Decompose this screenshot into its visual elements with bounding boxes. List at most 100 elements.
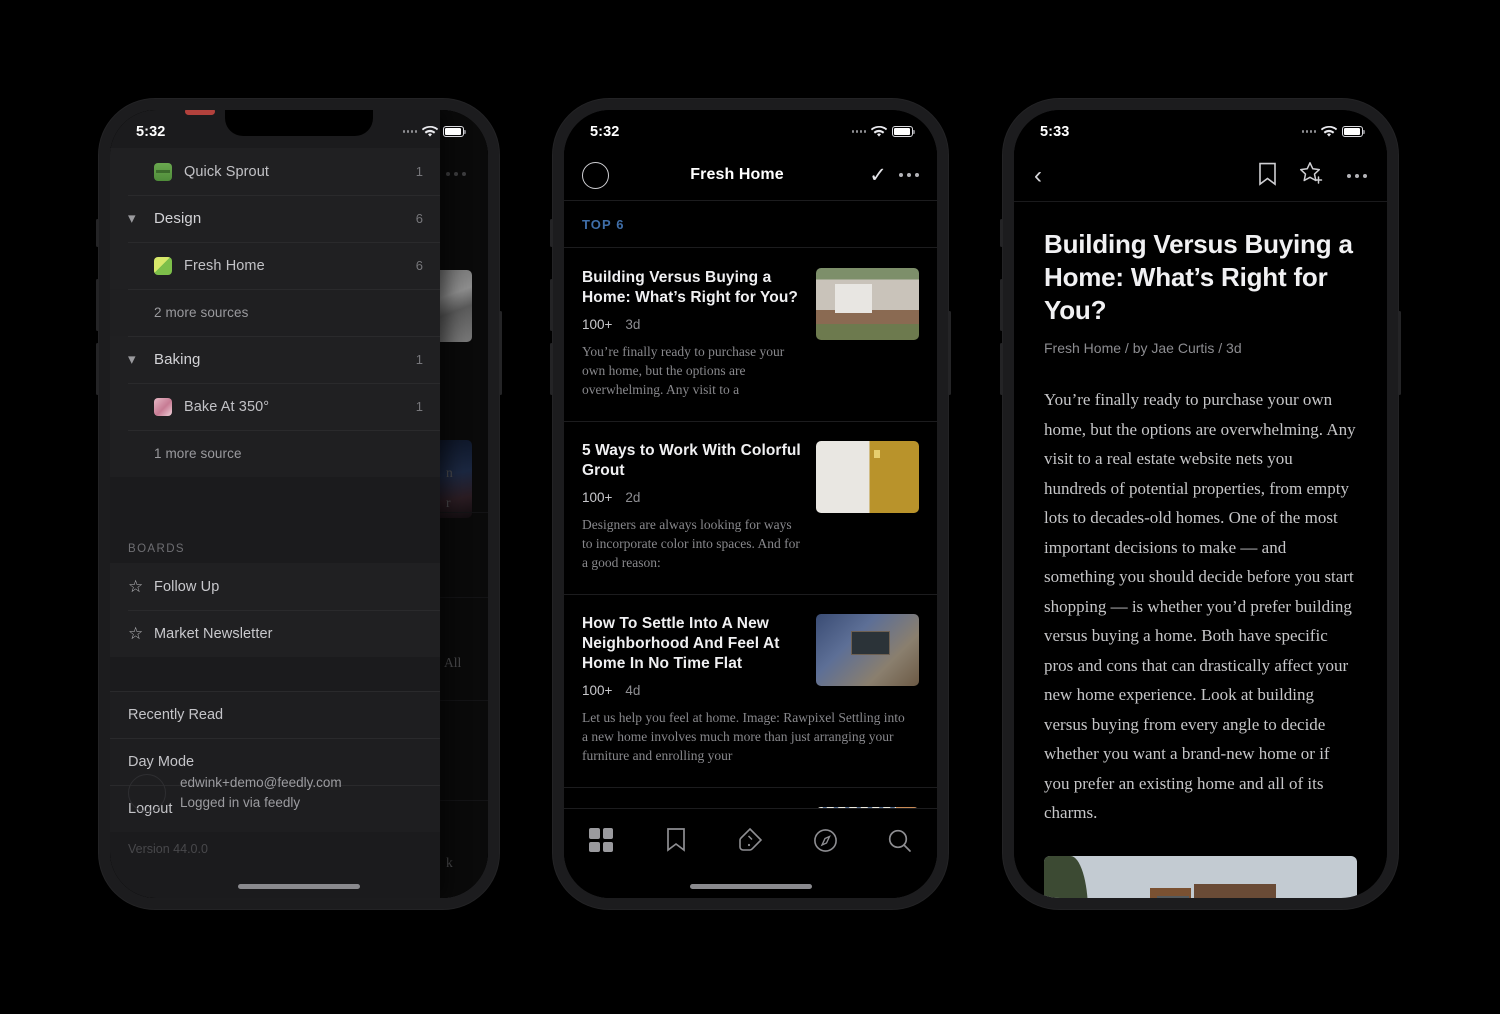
bookmark-icon: [667, 828, 685, 852]
navigation-drawer: Quick Sprout 1 ▾ Design 6 Fresh Home 6 2…: [110, 110, 440, 898]
drawer-more-sources-baking[interactable]: 1 more source: [110, 430, 440, 477]
board-market-newsletter[interactable]: ☆ Market Newsletter: [110, 610, 440, 657]
source-label: Fresh Home: [184, 257, 265, 274]
search-tab[interactable]: [862, 820, 937, 860]
star-plus-icon: [1299, 162, 1322, 184]
article-body: You’re finally ready to purchase your ow…: [1044, 390, 1356, 822]
star-icon: ☆: [128, 624, 144, 643]
screenshot-stage: n r All k Quick Sprout 1 ▾ Design 6 Fres…: [0, 0, 1500, 1014]
save-to-read-later-button[interactable]: [1258, 162, 1277, 191]
drawer-source-quick-sprout[interactable]: Quick Sprout 1: [110, 148, 440, 195]
fresh-home-icon: [154, 256, 172, 275]
mark-all-read-button[interactable]: ✓: [865, 165, 891, 186]
group-label: Baking: [154, 351, 201, 368]
more-sources-label: 2 more sources: [154, 305, 249, 320]
phone-3-bezel: ‹ Building Versus Buying a Home: What’s …: [1014, 110, 1387, 898]
article-age: 4d: [625, 683, 641, 698]
chevron-down-icon[interactable]: ▾: [128, 352, 154, 367]
account-subtitle: Logged in via feedly: [180, 795, 301, 810]
underlying-partial-text-1: n: [446, 465, 453, 480]
drawer-group-baking[interactable]: ▾ Baking 1: [110, 336, 440, 383]
today-tab[interactable]: [564, 820, 639, 860]
grid-icon: [589, 828, 614, 852]
list-item[interactable]: 5 Ways to Work With Colorful Grout 100+ …: [564, 421, 937, 594]
board-label: Market Newsletter: [154, 625, 273, 642]
drawer-group-design[interactable]: ▾ Design 6: [110, 195, 440, 242]
volume-down-button[interactable]: [96, 343, 99, 395]
feedly-tab[interactable]: [713, 820, 788, 860]
list-item[interactable]: How To Settle Into A New Neighborhood An…: [564, 594, 937, 787]
home-indicator[interactable]: [689, 884, 812, 889]
drawer-source-fresh-home[interactable]: Fresh Home 6: [110, 242, 440, 289]
recording-indicator: [185, 110, 215, 115]
version-label: Version 44.0.0: [128, 842, 208, 856]
underlying-partial-text-4: k: [446, 855, 453, 870]
add-to-board-button[interactable]: [1299, 161, 1325, 191]
article-thumbnail: [816, 268, 919, 340]
article-content[interactable]: Building Versus Buying a Home: What’s Ri…: [1014, 202, 1387, 898]
article-age: 3d: [625, 317, 641, 332]
engagement-count: 100+: [582, 317, 613, 332]
drawer-more-sources-design[interactable]: 2 more sources: [110, 289, 440, 336]
mute-switch[interactable]: [96, 219, 99, 247]
list-nav-bar: Fresh Home ✓: [564, 150, 937, 200]
volume-down-button[interactable]: [550, 343, 553, 395]
board-follow-up[interactable]: ☆ Follow Up: [110, 563, 440, 610]
phone-3-article-detail: ‹ Building Versus Buying a Home: What’s …: [1000, 99, 1401, 909]
source-count: 1: [415, 399, 423, 414]
article-list[interactable]: Building Versus Buying a Home: What’s Ri…: [564, 248, 937, 820]
phone-1-bezel: n r All k Quick Sprout 1 ▾ Design 6 Fres…: [110, 110, 488, 898]
drawer-spacer: [110, 477, 440, 513]
article-nav-bar: ‹: [1014, 150, 1387, 202]
battery-icon: [1342, 126, 1365, 137]
group-count: 1: [415, 352, 423, 367]
chevron-down-icon[interactable]: ▾: [128, 211, 154, 226]
compass-icon: [813, 828, 837, 852]
article-thumbnail: [816, 441, 919, 513]
more-options-button[interactable]: [891, 172, 919, 178]
more-sources-label: 1 more source: [154, 446, 242, 461]
phone-2-article-list: Fresh Home ✓ TOP 6 Building Versus Buyin…: [550, 99, 951, 909]
search-icon: [889, 829, 912, 852]
volume-down-button[interactable]: [1000, 343, 1003, 395]
explore-tab[interactable]: [788, 820, 863, 860]
read-later-tab[interactable]: [639, 820, 714, 860]
menu-label: Recently Read: [128, 706, 224, 723]
mute-switch[interactable]: [550, 219, 553, 247]
wifi-icon: [871, 125, 887, 137]
power-button[interactable]: [948, 311, 951, 395]
engagement-count: 100+: [582, 490, 613, 505]
underlying-partial-text-3: All: [444, 655, 462, 670]
menu-recently-read[interactable]: Recently Read: [110, 691, 440, 738]
source-count: 6: [415, 258, 423, 273]
power-button[interactable]: [499, 311, 502, 395]
article-snippet: Let us help you feel at home. Image: Raw…: [582, 710, 905, 763]
drawer-spacer-2: [110, 657, 440, 691]
article-snippet: You’re finally ready to purchase your ow…: [582, 344, 785, 397]
volume-up-button[interactable]: [550, 279, 553, 331]
group-label: Design: [154, 210, 202, 227]
article-age: 2d: [625, 490, 641, 505]
volume-up-button[interactable]: [96, 279, 99, 331]
drawer-source-bake-at-350[interactable]: Bake At 350° 1: [110, 383, 440, 430]
bookmark-icon: [1258, 162, 1276, 186]
mute-switch[interactable]: [1000, 219, 1003, 247]
account-section[interactable]: edwink+demo@feedly.com Logged in via fee…: [110, 756, 440, 830]
home-indicator[interactable]: [238, 884, 360, 889]
power-button[interactable]: [1398, 311, 1401, 395]
article-title: Building Versus Buying a Home: What’s Ri…: [1044, 229, 1353, 325]
section-header-bar: TOP 6: [564, 200, 937, 248]
source-label: Bake At 350°: [184, 398, 270, 415]
article-thumbnail: [816, 614, 919, 686]
phone-2-screen: Fresh Home ✓ TOP 6 Building Versus Buyin…: [564, 110, 937, 898]
star-icon: ☆: [128, 577, 144, 596]
wifi-icon: [1321, 125, 1337, 137]
list-item[interactable]: Building Versus Buying a Home: What’s Ri…: [564, 248, 937, 421]
phone-2-notch: [676, 110, 825, 136]
more-options-button[interactable]: [1346, 173, 1367, 179]
back-button[interactable]: ‹: [1034, 164, 1042, 188]
volume-up-button[interactable]: [1000, 279, 1003, 331]
avatar-menu-button[interactable]: [582, 161, 609, 189]
phone-2-bezel: Fresh Home ✓ TOP 6 Building Versus Buyin…: [564, 110, 937, 898]
article-byline: Fresh Home / by Jae Curtis / 3d: [1044, 340, 1242, 356]
